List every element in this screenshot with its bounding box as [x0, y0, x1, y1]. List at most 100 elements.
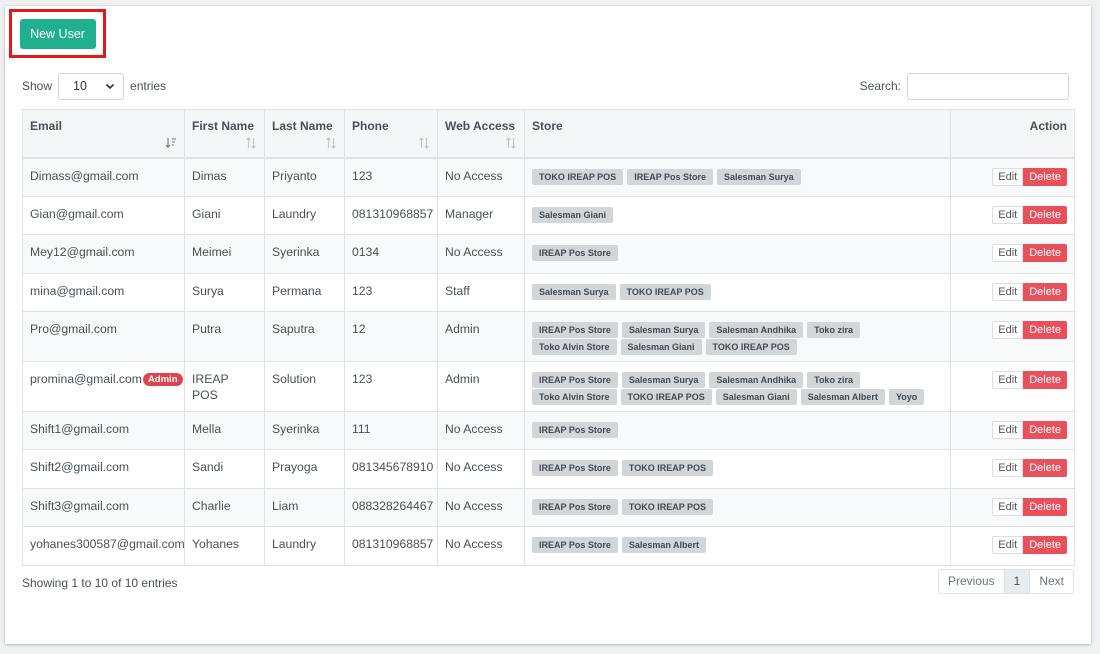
- cell-store: Salesman Surya TOKO IREAP POS: [524, 273, 951, 312]
- cell-action: Edit Delete: [950, 157, 1075, 197]
- table-row: Dimass@gmail.com Dimas Priyanto 123 No Acces…: [22, 157, 1075, 197]
- store-badge: Salesman Surya: [717, 168, 801, 185]
- cell-email: Pro@gmail.com: [22, 311, 185, 362]
- cell-phone: 123: [344, 361, 438, 412]
- store-badge: Salesman Surya: [621, 322, 706, 338]
- email-text: Dimass@gmail.com: [30, 168, 139, 183]
- email-text: Gian@gmail.com: [30, 207, 124, 221]
- store-badge: Toko zira: [807, 372, 860, 388]
- cell-store: IREAP Pos Store Salesman Surya Salesman An…: [524, 311, 951, 362]
- store-badge-list: TOKO IREAP POS IREAP Pos Store Salesman Su…: [532, 168, 943, 185]
- sort-icon: [506, 136, 516, 149]
- delete-button[interactable]: Delete: [1023, 321, 1067, 339]
- cell-first-name: Sandi: [184, 449, 265, 489]
- delete-button[interactable]: Delete: [1023, 167, 1067, 186]
- new-user-highlight: New User: [9, 9, 106, 58]
- table-row: Shift2@gmail.com Sandi Prayoga 081345678910…: [22, 449, 1075, 489]
- entries-select[interactable]: 10: [58, 72, 125, 100]
- store-badge: Toko Alvin Store: [532, 339, 617, 355]
- edit-button[interactable]: Edit: [992, 459, 1024, 477]
- cell-web-access: No Access: [437, 234, 525, 274]
- edit-button[interactable]: Edit: [992, 167, 1024, 186]
- store-badge: IREAP Pos Store: [532, 245, 618, 261]
- store-badge: Yoyo: [888, 389, 925, 405]
- cell-action: Edit Delete: [950, 449, 1075, 489]
- edit-button[interactable]: Edit: [992, 371, 1024, 389]
- store-badge-list: IREAP Pos Store TOKO IREAP POS: [532, 459, 943, 476]
- delete-button[interactable]: Delete: [1023, 283, 1067, 301]
- store-badge-list: IREAP Pos Store: [532, 244, 943, 261]
- delete-button[interactable]: Delete: [1023, 459, 1067, 477]
- cell-phone: 12: [344, 311, 438, 362]
- edit-button[interactable]: Edit: [992, 283, 1024, 301]
- delete-button[interactable]: Delete: [1023, 371, 1067, 389]
- column-header-email[interactable]: Email: [22, 109, 185, 159]
- cell-web-access: No Access: [437, 449, 525, 489]
- edit-button[interactable]: Edit: [992, 498, 1024, 516]
- table-row: Mey12@gmail.com Meimei Syerinka 0134 No Acce…: [22, 234, 1075, 274]
- cell-web-access: Staff: [437, 273, 525, 312]
- cell-first-name: Surya: [184, 273, 265, 312]
- show-label: Show: [22, 79, 53, 93]
- entries-label: entries: [130, 79, 167, 93]
- pagination-next[interactable]: Next: [1030, 570, 1073, 593]
- pagination-page-1[interactable]: 1: [1003, 570, 1031, 593]
- cell-first-name: Mella: [184, 411, 265, 450]
- table-row: mina@gmail.com Surya Permana 123 Staff Salesm…: [22, 273, 1075, 312]
- store-badge: Salesman Albert: [621, 537, 707, 553]
- sort-icon: [419, 136, 429, 149]
- search-label: Search:: [859, 79, 901, 93]
- edit-button[interactable]: Edit: [992, 244, 1024, 262]
- column-header-web-access[interactable]: Web Access: [437, 109, 525, 159]
- cell-store: IREAP Pos Store Salesman Surya Salesman An…: [524, 361, 951, 412]
- cell-phone: 081310968857: [344, 196, 438, 235]
- delete-button[interactable]: Delete: [1023, 421, 1067, 439]
- search-control: Search:: [860, 72, 1069, 100]
- entries-select-value: 10: [73, 79, 87, 93]
- delete-button[interactable]: Delete: [1023, 498, 1067, 516]
- cell-email: Shift3@gmail.com: [22, 488, 185, 527]
- store-badge: IREAP Pos Store: [532, 537, 618, 553]
- cell-first-name: Putra: [184, 311, 265, 362]
- email-text: Shift3@gmail.com: [30, 499, 130, 513]
- store-badge: Salesman Surya: [532, 284, 616, 300]
- edit-button[interactable]: Edit: [992, 206, 1024, 224]
- search-input[interactable]: [907, 72, 1069, 100]
- table-info: Showing 1 to 10 of 10 entries: [22, 576, 178, 590]
- cell-first-name: IREAP POS: [184, 361, 265, 412]
- column-header-first-name[interactable]: First Name: [184, 109, 265, 159]
- table-header-row: Email First Name Last Name Phone Web Acc…: [22, 109, 1075, 159]
- cell-email: promina@gmail.com Admin: [22, 361, 185, 412]
- delete-button[interactable]: Delete: [1023, 206, 1067, 224]
- store-badge: Salesman Surya: [621, 372, 706, 388]
- store-badge: Salesman Giani: [620, 339, 702, 355]
- cell-last-name: Solution: [264, 361, 345, 412]
- cell-action: Edit Delete: [950, 273, 1075, 312]
- cell-email: Dimass@gmail.com: [22, 157, 185, 197]
- delete-button[interactable]: Delete: [1023, 536, 1067, 554]
- cell-last-name: Laundry: [264, 526, 345, 566]
- store-badge: TOKO IREAP POS: [705, 339, 797, 355]
- delete-button[interactable]: Delete: [1023, 244, 1067, 262]
- cell-email: Gian@gmail.com: [22, 196, 185, 235]
- pagination-previous[interactable]: Previous: [939, 570, 1004, 593]
- store-badge: TOKO IREAP POS: [619, 284, 711, 300]
- edit-button[interactable]: Edit: [992, 536, 1024, 554]
- column-header-last-name[interactable]: Last Name: [264, 109, 345, 159]
- cell-store: IREAP Pos Store TOKO IREAP POS: [524, 449, 951, 489]
- cell-action: Edit Delete: [950, 361, 1075, 412]
- table-row: promina@gmail.com Admin IREAP POS Solution 1…: [22, 361, 1075, 412]
- cell-email: Mey12@gmail.com: [22, 234, 185, 274]
- cell-last-name: Laundry: [264, 196, 345, 235]
- cell-store: Salesman Giani: [524, 196, 951, 235]
- edit-button[interactable]: Edit: [992, 421, 1024, 439]
- new-user-button[interactable]: New User: [19, 18, 96, 49]
- column-header-phone[interactable]: Phone: [344, 109, 438, 159]
- cell-email: Shift2@gmail.com: [22, 449, 185, 489]
- store-badge: Salesman Giani: [715, 389, 797, 405]
- cell-last-name: Syerinka: [264, 234, 345, 274]
- edit-button[interactable]: Edit: [992, 321, 1024, 339]
- cell-store: IREAP Pos Store TOKO IREAP POS: [524, 488, 951, 527]
- cell-phone: 0134: [344, 234, 438, 274]
- cell-last-name: Prayoga: [264, 449, 345, 489]
